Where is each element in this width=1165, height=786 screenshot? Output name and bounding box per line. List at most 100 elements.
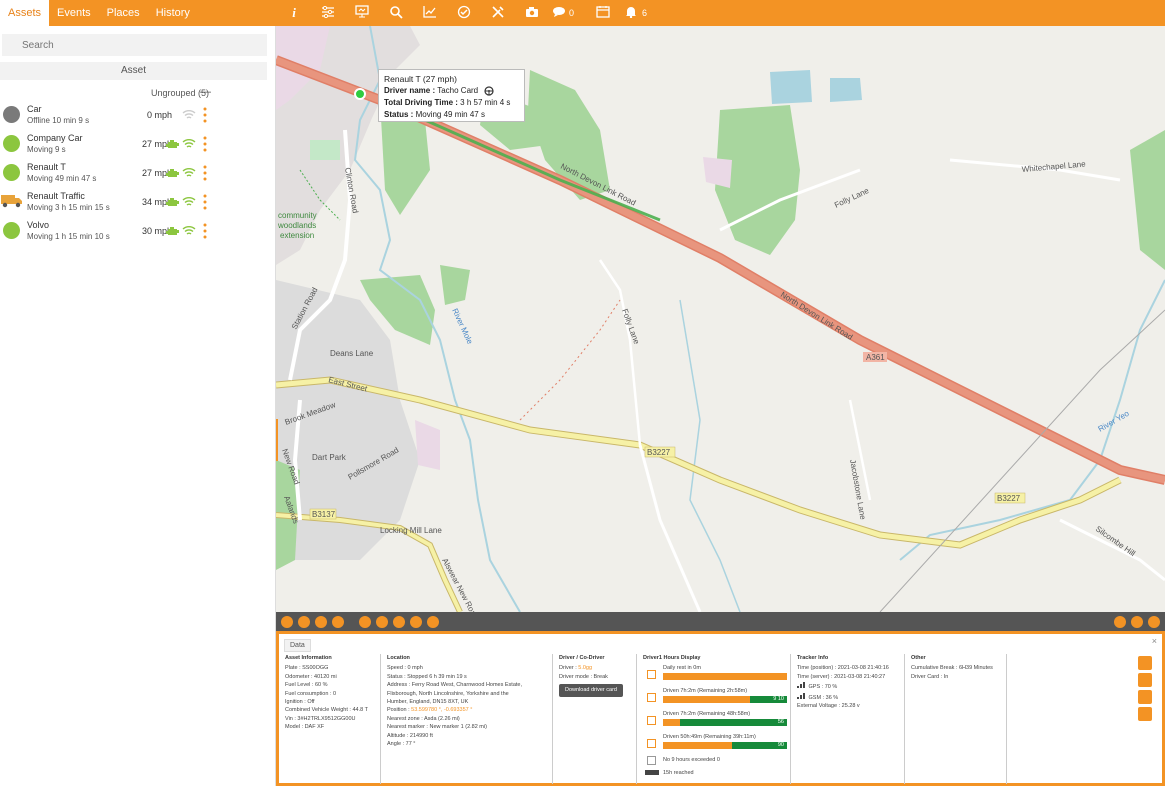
hours-value: 9 10 xyxy=(773,696,784,703)
detail-actions xyxy=(1138,656,1152,724)
camera-icon[interactable] xyxy=(515,6,549,21)
chart-icon[interactable] xyxy=(413,5,447,21)
hours-label: Driven 7h:2m (Remaining 48h:58m) xyxy=(663,711,751,718)
info-line: Speed : 0 mph xyxy=(387,665,423,672)
info-line: Odometer : 40120 mi xyxy=(285,673,337,680)
asset-status: Moving 9 s xyxy=(27,145,66,154)
collapse-icon[interactable]: — xyxy=(200,86,211,98)
area-label: community xyxy=(278,211,317,220)
tab-history[interactable]: History xyxy=(148,0,198,26)
reached-line: 15h reached xyxy=(643,769,790,777)
more-icon[interactable] xyxy=(203,107,207,123)
section-title: Location xyxy=(387,655,410,661)
info-icon[interactable]: i xyxy=(277,5,311,21)
card-icon xyxy=(645,769,659,775)
hours-label: Daily rest in 0m xyxy=(663,665,701,672)
driver-line: Driver : 5.0gg xyxy=(559,665,593,672)
zoom-out-icon[interactable] xyxy=(1131,615,1143,628)
layers-icon[interactable] xyxy=(376,615,388,628)
command-icon[interactable] xyxy=(1138,707,1152,721)
search-box xyxy=(2,34,267,56)
asset-speed: 0 mph xyxy=(146,110,172,120)
pin-icon[interactable] xyxy=(359,615,371,628)
info-line: Driver Card : In xyxy=(911,673,949,680)
road-label: Dart Park xyxy=(312,453,347,462)
minimize-icon[interactable] xyxy=(1114,615,1126,628)
truck-icon xyxy=(1,195,22,208)
section-title: Tracker Info xyxy=(797,655,829,661)
nav-tabs: Assets Events Places History xyxy=(0,0,276,26)
edit-icon[interactable] xyxy=(1138,690,1152,704)
road-icon[interactable] xyxy=(427,615,439,628)
asset-sidebar: Asset Ungrouped (5) — Car Offline 10 min… xyxy=(0,26,276,786)
more-icon[interactable] xyxy=(203,194,207,210)
hours-label: Driven 7h:2m (Remaining 2h:58m) xyxy=(663,688,748,695)
more-icon[interactable] xyxy=(203,165,207,181)
tab-assets[interactable]: Assets xyxy=(0,0,50,26)
road-label: B3137 xyxy=(312,510,336,519)
group-row[interactable]: Ungrouped (5) — xyxy=(0,80,275,98)
asset-status: Moving 3 h 15 min 15 s xyxy=(27,203,110,212)
road-label: Deans Lane xyxy=(330,349,374,358)
navigate-icon[interactable] xyxy=(298,615,310,628)
asset-row[interactable]: Volvo Moving 1 h 15 min 10 s 30 mph xyxy=(0,217,275,243)
hours-bar xyxy=(663,673,787,681)
status-dot xyxy=(3,135,20,152)
folder-icon[interactable] xyxy=(315,615,327,628)
detail-panel: Data × Asset Information Plate : SS00OGG… xyxy=(276,631,1165,786)
hours-section: Driver1 Hours Display Daily rest in 0m D… xyxy=(639,654,791,784)
tab-places[interactable]: Places xyxy=(99,0,148,26)
fullscreen-icon[interactable] xyxy=(332,615,344,628)
check-circle-icon[interactable] xyxy=(447,5,481,22)
hours-row: Driven 7h:2m (Remaining 2h:58m) 9 10 xyxy=(643,687,790,710)
more-icon[interactable] xyxy=(203,136,207,152)
tracker-section: Tracker Info Time (position) : 2021-03-0… xyxy=(793,654,905,784)
tab-data[interactable]: Data xyxy=(284,639,311,652)
close-icon[interactable]: × xyxy=(1152,636,1157,646)
other-section: Other Cumulative Break : 6H39 Minutes Dr… xyxy=(907,654,1007,784)
section-title: Driver1 Hours Display xyxy=(643,655,701,661)
asset-row[interactable]: Renault Traffic Moving 3 h 15 min 15 s 3… xyxy=(0,188,275,214)
presentation-icon[interactable] xyxy=(345,5,379,21)
location-section: Location Speed : 0 mph Status : Stopped … xyxy=(383,654,553,784)
hours-value: 56 xyxy=(777,719,784,726)
more-icon[interactable] xyxy=(203,223,207,239)
asset-row[interactable]: Renault T Moving 49 min 47 s 27 mph xyxy=(0,159,275,185)
engine-icon xyxy=(166,169,179,177)
search-icon[interactable] xyxy=(379,5,413,22)
toolbar: i 0 6 xyxy=(277,0,659,26)
asset-row[interactable]: Company Car Moving 9 s 27 mph xyxy=(0,130,275,156)
road-label: A361 xyxy=(866,353,885,362)
asset-status: Offline 10 min 9 s xyxy=(27,116,90,125)
history-icon[interactable] xyxy=(1138,673,1152,687)
settings-icon[interactable] xyxy=(393,615,405,628)
tools-icon[interactable] xyxy=(481,5,515,22)
section-title: Asset Information xyxy=(285,655,332,661)
top-bar: Assets Events Places History i 0 6 xyxy=(0,0,1165,26)
messages-icon[interactable] xyxy=(549,6,569,21)
vehicle-popup: Renault T (27 mph) Driver name : Tacho C… xyxy=(378,69,525,122)
calendar-icon[interactable] xyxy=(586,5,620,21)
asset-header[interactable]: Asset xyxy=(0,62,267,80)
info-line: Model : DAF XF xyxy=(285,724,325,731)
asset-row[interactable]: Car Offline 10 min 9 s 0 mph xyxy=(0,101,275,127)
info-line: Driver mode : Break xyxy=(559,673,608,680)
asset-name: Volvo xyxy=(27,220,50,230)
clock-icon xyxy=(647,756,656,766)
gps-line: GPS : 70 % xyxy=(797,681,904,691)
tab-events[interactable]: Events xyxy=(49,0,99,26)
asset-name: Company Car xyxy=(27,133,83,143)
binoculars-icon[interactable] xyxy=(281,615,293,628)
info-line: Angle : 77 ° xyxy=(387,741,416,748)
search-input[interactable] xyxy=(22,39,242,51)
map-side-handle[interactable] xyxy=(276,419,278,461)
calendar-icon[interactable] xyxy=(1138,656,1152,670)
zoom-in-icon[interactable] xyxy=(1148,615,1160,628)
bell-icon[interactable] xyxy=(620,5,642,21)
popup-title: Renault T (27 mph) xyxy=(384,74,457,84)
signal-icon xyxy=(182,139,196,148)
traffic-icon[interactable] xyxy=(410,615,422,628)
section-title: Driver / Co-Driver xyxy=(559,655,605,661)
download-driver-card-button[interactable]: Download driver card xyxy=(559,684,623,697)
filters-icon[interactable] xyxy=(311,5,345,21)
